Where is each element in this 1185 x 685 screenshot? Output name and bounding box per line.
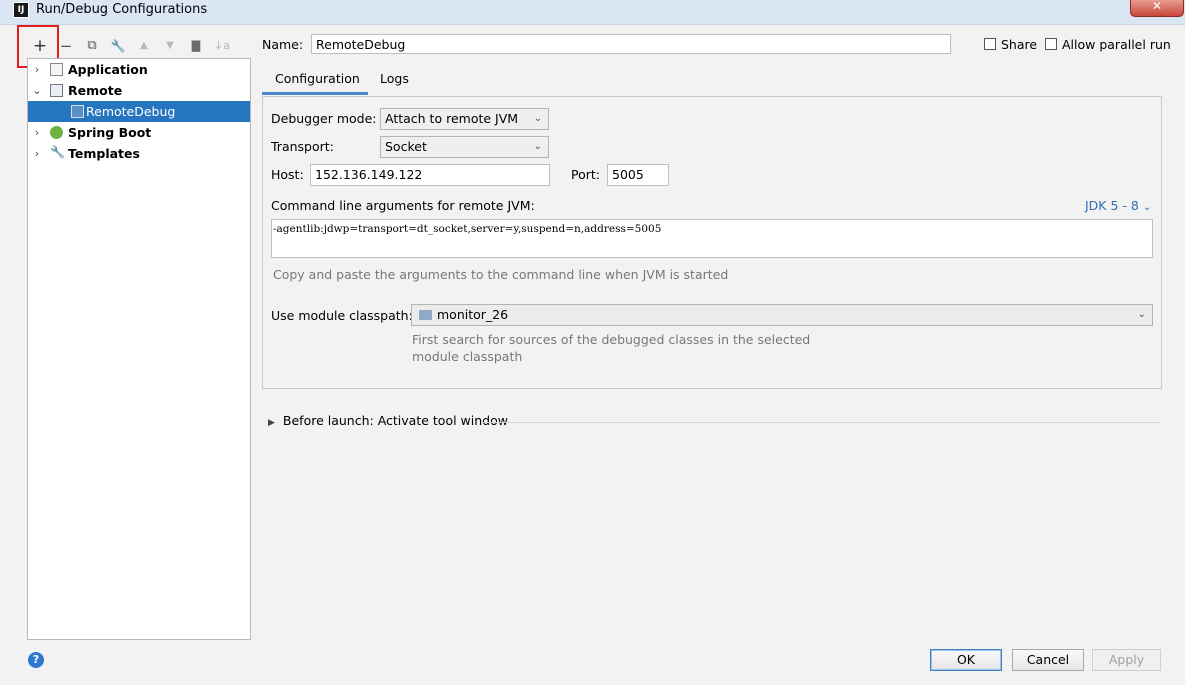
expand-arrow-icon[interactable]: › <box>30 122 44 143</box>
copy-configuration-button[interactable]: ⧉ <box>81 35 103 57</box>
module-folder-icon <box>419 310 432 320</box>
tree-item-label: Templates <box>68 146 140 161</box>
command-line-hint: Copy and paste the arguments to the comm… <box>273 267 729 282</box>
spring-leaf-icon <box>50 126 63 139</box>
debugger-mode-value: Attach to remote JVM <box>385 111 519 126</box>
chevron-down-icon: ⌄ <box>1142 202 1152 213</box>
share-label: Share <box>1001 37 1038 52</box>
before-launch-section[interactable]: ▶ Before launch: Activate tool window <box>268 413 508 428</box>
port-field[interactable]: 5005 <box>607 164 669 186</box>
debugger-mode-select[interactable]: Attach to remote JVM ⌄ <box>380 108 549 130</box>
transport-value: Socket <box>385 139 427 154</box>
tab-configuration[interactable]: Configuration <box>262 67 368 95</box>
background-window-edge <box>0 85 8 645</box>
jdk-version-label: JDK 5 - 8 <box>1085 198 1139 213</box>
module-classpath-hint-line1: First search for sources of the debugged… <box>412 332 811 347</box>
move-up-button[interactable]: ▲ <box>133 35 155 57</box>
allow-parallel-run-label: Allow parallel run <box>1062 37 1171 52</box>
chevron-down-icon: ⌄ <box>533 113 542 124</box>
new-folder-button[interactable]: ▇ <box>185 35 207 57</box>
edit-defaults-wrench-icon[interactable]: 🔧 <box>107 35 129 57</box>
tree-item-spring-boot[interactable]: › Spring Boot <box>28 122 250 143</box>
move-down-button[interactable]: ▼ <box>159 35 181 57</box>
transport-select[interactable]: Socket ⌄ <box>380 136 549 158</box>
intellij-logo-icon: IJ <box>13 2 29 18</box>
tree-item-label: Application <box>68 62 148 77</box>
expand-triangle-icon[interactable]: ▶ <box>268 418 275 428</box>
apply-button[interactable]: Apply <box>1092 649 1161 671</box>
tree-item-remote[interactable]: ⌄ Remote <box>28 80 250 101</box>
module-classpath-select[interactable]: monitor_26 ⌄ <box>411 304 1153 326</box>
command-line-label: Command line arguments for remote JVM: <box>271 198 535 213</box>
share-checkbox[interactable] <box>984 38 996 50</box>
configurations-tree[interactable]: › Application ⌄ Remote RemoteDebug › Spr… <box>27 58 251 640</box>
host-field[interactable]: 152.136.149.122 <box>310 164 550 186</box>
window-title: Run/Debug Configurations <box>36 2 208 17</box>
tree-item-label: RemoteDebug <box>86 104 176 119</box>
tree-item-remotedebug[interactable]: RemoteDebug <box>28 101 250 122</box>
expand-arrow-icon[interactable]: › <box>30 59 44 80</box>
application-icon <box>50 63 63 76</box>
before-launch-divider <box>482 422 1160 423</box>
before-launch-label: Before launch: Activate tool window <box>282 413 508 428</box>
collapse-arrow-icon[interactable]: ⌄ <box>30 80 44 101</box>
tree-item-label: Spring Boot <box>68 125 152 140</box>
expand-arrow-icon[interactable]: › <box>30 143 44 164</box>
module-classpath-label: Use module classpath: <box>271 308 413 323</box>
remote-icon <box>50 84 63 97</box>
help-icon[interactable]: ? <box>28 652 44 668</box>
module-classpath-hint-line2: module classpath <box>412 349 523 364</box>
chevron-down-icon: ⌄ <box>533 141 542 152</box>
wrench-icon: 🔧 <box>50 145 65 159</box>
tree-item-templates[interactable]: › 🔧 Templates <box>28 143 250 164</box>
configuration-panel: Debugger mode: Attach to remote JVM ⌄ Tr… <box>262 96 1162 389</box>
jdk-version-dropdown[interactable]: JDK 5 - 8 ⌄ <box>1085 198 1151 213</box>
debugger-mode-label: Debugger mode: <box>271 111 377 126</box>
ok-button[interactable]: OK <box>930 649 1002 671</box>
tree-item-application[interactable]: › Application <box>28 59 250 80</box>
port-label: Port: <box>571 167 600 182</box>
allow-parallel-run-checkbox[interactable] <box>1045 38 1057 50</box>
host-label: Host: <box>271 167 304 182</box>
cancel-button[interactable]: Cancel <box>1012 649 1084 671</box>
title-bar: IJ Run/Debug Configurations ✕ <box>0 0 1185 25</box>
window-close-button[interactable]: ✕ <box>1130 0 1184 17</box>
sort-configurations-button[interactable]: ↓a <box>211 35 233 57</box>
tab-logs[interactable]: Logs <box>380 67 409 95</box>
transport-label: Transport: <box>271 139 334 154</box>
remote-debug-icon <box>71 105 84 118</box>
name-field[interactable] <box>311 34 951 54</box>
module-classpath-value: monitor_26 <box>437 307 509 322</box>
tree-item-label: Remote <box>68 83 123 98</box>
dialog-content: + − ⧉ 🔧 ▲ ▼ ▇ ↓a › Application ⌄ Remote … <box>0 25 1185 685</box>
command-line-arguments-field[interactable]: -agentlib:jdwp=transport=dt_socket,serve… <box>271 219 1153 258</box>
name-label: Name: <box>262 37 304 52</box>
chevron-down-icon: ⌄ <box>1137 309 1146 320</box>
